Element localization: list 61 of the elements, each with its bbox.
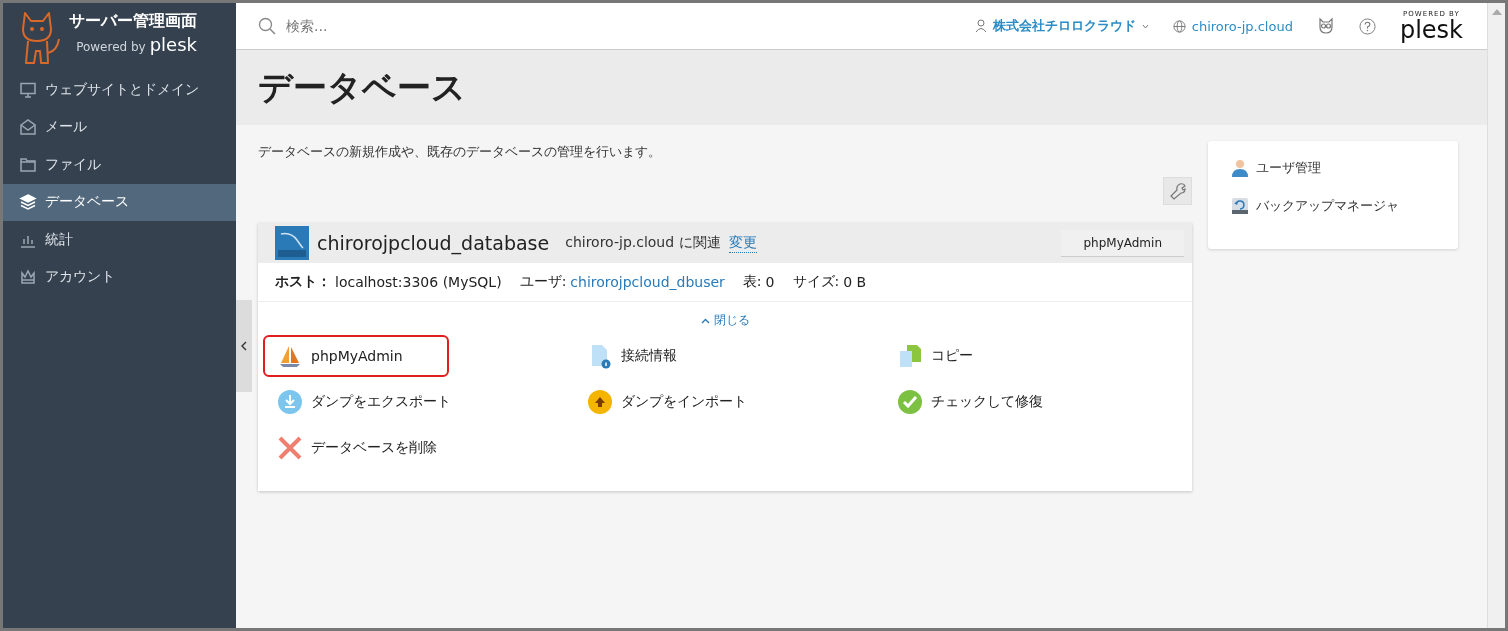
action-link[interactable]: コピー [883, 335, 1069, 377]
action-link[interactable]: phpMyAdmin [263, 335, 449, 377]
host-label: ホスト： [275, 273, 331, 291]
host-value: localhost:3306 (MySQL) [335, 274, 502, 290]
chevron-up-icon [700, 317, 710, 324]
side-panel-link[interactable]: バックアップマネージャ [1232, 197, 1458, 215]
folder-icon [19, 155, 37, 174]
check-icon [897, 389, 923, 415]
sidebar-item[interactable]: ウェブサイトとドメイン [3, 71, 236, 109]
owl-icon[interactable] [1316, 17, 1335, 35]
sidebar-item[interactable]: 統計 [3, 221, 236, 259]
product-logo: plesk [149, 34, 197, 55]
backup-drive-icon [1232, 198, 1248, 214]
sidebar-item[interactable]: データベース [3, 183, 236, 221]
globe-icon [1172, 19, 1186, 33]
user-icon [974, 19, 987, 33]
brand-title: サーバー管理画面 [69, 11, 197, 32]
scrollbar[interactable] [1487, 3, 1505, 628]
account-menu[interactable]: 株式会社チロロクラウド [974, 17, 1149, 35]
search-icon [258, 17, 276, 35]
side-panel-link[interactable]: ユーザ管理 [1232, 159, 1458, 177]
page-title: データベース [258, 65, 466, 109]
help-icon[interactable] [1358, 17, 1376, 35]
action-link[interactable]: データベースを削除 [263, 427, 451, 469]
collapse-link[interactable]: 閉じる [700, 312, 750, 329]
related-domain-text: chiroro-jp.cloud に関連 [565, 234, 721, 252]
phpmyadmin-button[interactable]: phpMyAdmin [1061, 229, 1184, 257]
scroll-up-icon [1491, 9, 1502, 15]
action-link[interactable]: チェックして修復 [883, 381, 1069, 423]
action-link[interactable]: ダンプをエクスポート [263, 381, 465, 423]
chevron-left-icon [241, 341, 247, 351]
sidebar-item[interactable]: ファイル [3, 146, 236, 184]
person-icon [1232, 159, 1248, 177]
settings-button[interactable] [1163, 177, 1192, 205]
mail-icon [19, 118, 37, 137]
action-link[interactable]: 接続情報 [573, 335, 759, 377]
database-name: chirorojpcloud_database [317, 232, 550, 254]
sidebar-item[interactable]: アカウント [3, 258, 236, 296]
download-icon [277, 389, 303, 415]
cat-logo-icon [19, 9, 61, 67]
layers-icon [19, 193, 37, 212]
copy-icon [897, 343, 923, 369]
search-field[interactable]: 検索... [284, 17, 588, 35]
action-link[interactable]: ダンプをインポート [573, 381, 761, 423]
cross-icon [277, 435, 303, 461]
domain-link[interactable]: chiroro-jp.cloud [1172, 18, 1293, 34]
change-link[interactable]: 変更 [728, 233, 757, 253]
tables-label: 表: [742, 273, 762, 291]
wrench-icon [1168, 182, 1187, 200]
crown-icon [19, 268, 37, 287]
caret-icon [1141, 23, 1149, 29]
monitor-icon [19, 80, 37, 99]
size-label: サイズ: [792, 273, 840, 291]
sidebar-item[interactable]: メール [3, 108, 236, 146]
upload-icon [587, 389, 613, 415]
user-label: ユーザ: [519, 273, 567, 291]
size-value: 0 B [843, 274, 867, 290]
user-link[interactable]: chirorojpcloud_dbuser [570, 274, 725, 290]
tables-value: 0 [765, 274, 775, 290]
page-description: データベースの新規作成や、既存のデータベースの管理を行います。 [258, 143, 662, 161]
powered-by-text: Powered by [76, 40, 146, 54]
